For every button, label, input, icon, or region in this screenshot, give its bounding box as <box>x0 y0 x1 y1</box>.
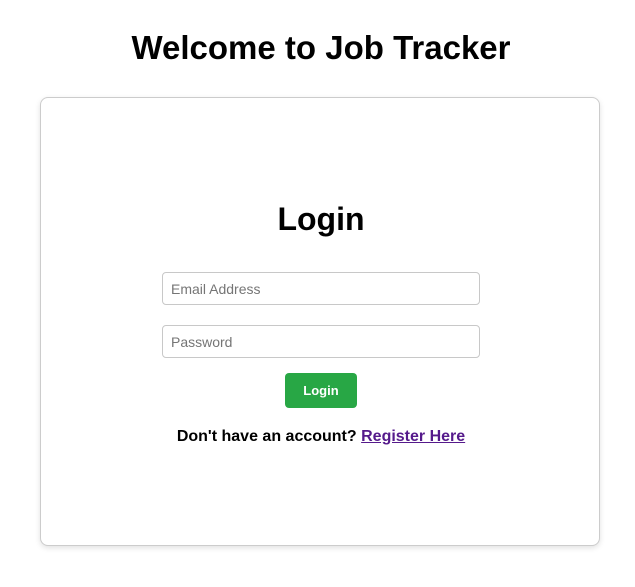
login-heading: Login <box>277 201 365 237</box>
register-prompt-text: Don't have an account? <box>176 428 357 445</box>
page: Welcome to Job Tracker Login Login Don't… <box>0 0 635 587</box>
email-field[interactable] <box>162 272 480 305</box>
login-button[interactable]: Login <box>285 373 357 408</box>
page-title: Welcome to Job Tracker <box>131 29 511 66</box>
register-link[interactable]: Register Here <box>361 428 465 445</box>
register-prompt-line: Don't have an account? Register Here <box>41 427 601 447</box>
login-card: Login Login Don't have an account? Regis… <box>40 97 600 546</box>
password-field[interactable] <box>162 325 480 358</box>
